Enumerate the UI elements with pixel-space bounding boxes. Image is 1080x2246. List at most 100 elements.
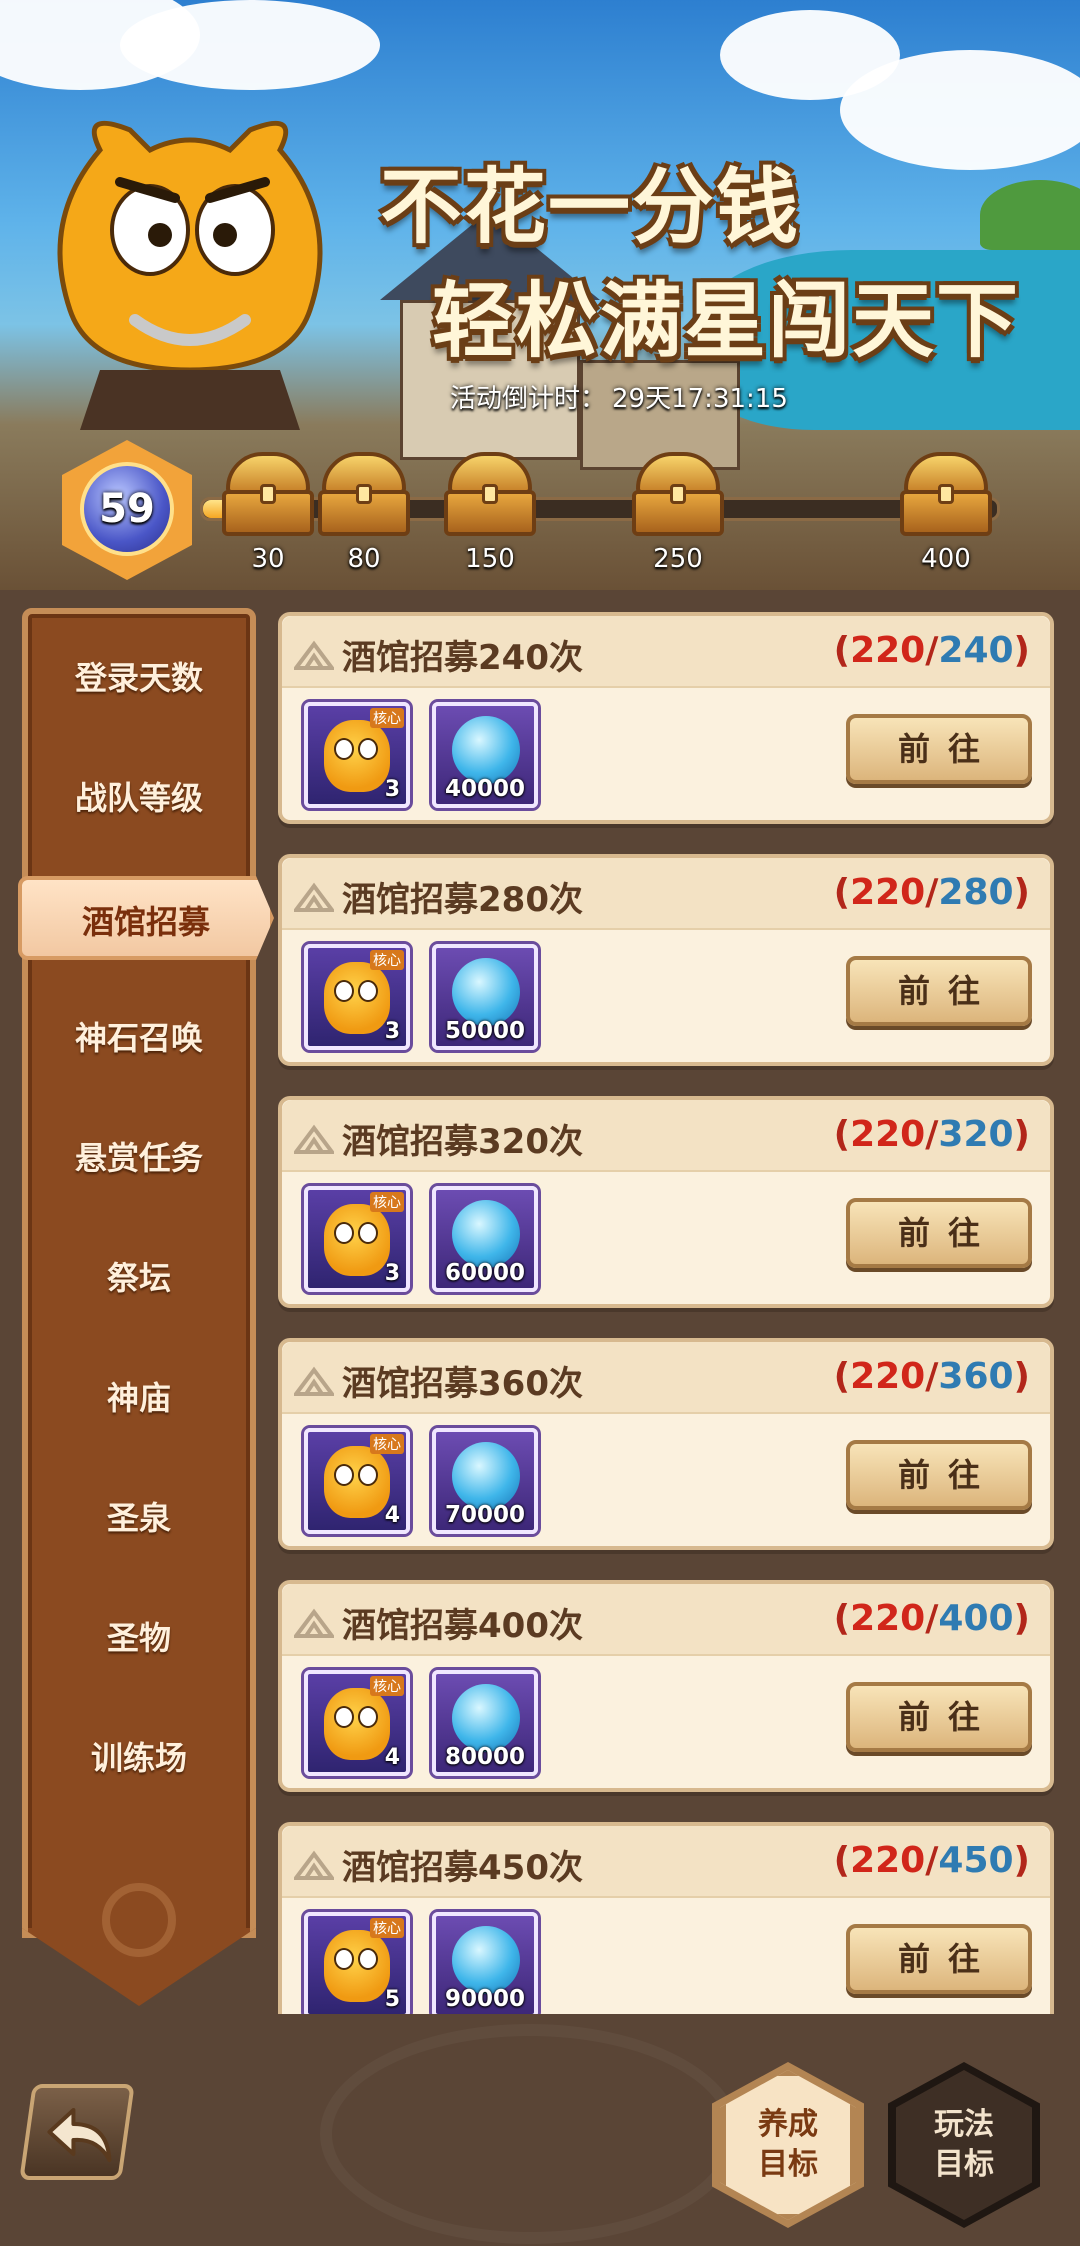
- cloud: [120, 0, 380, 90]
- chest-threshold: 400: [921, 544, 971, 574]
- gem-reward-item[interactable]: 90000: [432, 1912, 538, 2014]
- gem-orb-icon: [452, 716, 520, 784]
- progress-current: 220: [850, 1114, 926, 1155]
- chest-threshold: 30: [251, 544, 285, 574]
- sidebar-item-9[interactable]: 圣物: [22, 1596, 256, 1680]
- treasure-chest-icon[interactable]: [318, 452, 410, 542]
- task-title: 酒馆招募320次: [342, 1122, 583, 1162]
- sidebar-item-5[interactable]: 悬赏任务: [22, 1116, 256, 1200]
- task-card: 酒馆招募400次 (220/400) 核心 4 80000 前往: [278, 1580, 1054, 1792]
- hero-reward-item[interactable]: 核心 3: [304, 702, 410, 808]
- hero-reward-item[interactable]: 核心 3: [304, 1186, 410, 1292]
- level-number: 59: [99, 486, 155, 532]
- sidebar-item-10[interactable]: 训练场: [22, 1716, 256, 1800]
- task-list[interactable]: 酒馆招募240次 (220/240) 核心 3 40000 前往 酒馆招募280次 (220/…: [278, 612, 1056, 2014]
- gem-reward-item[interactable]: 50000: [432, 944, 538, 1050]
- gem-reward-item[interactable]: 60000: [432, 1186, 538, 1292]
- core-tag: 核心: [370, 708, 404, 728]
- task-progress: (220/280): [833, 872, 1030, 913]
- progress-current: 220: [850, 1598, 926, 1639]
- sidebar-item-3[interactable]: 酒馆招募: [18, 876, 274, 960]
- gem-orb-icon: [452, 1200, 520, 1268]
- sidebar-item-8[interactable]: 圣泉: [22, 1476, 256, 1560]
- gem-reward-item[interactable]: 80000: [432, 1670, 538, 1776]
- gem-reward-item[interactable]: 70000: [432, 1428, 538, 1534]
- event-banner: 不花一分钱 轻松满星闯天下 活动倒计时： 29天17:31:15 59 30 80 1…: [0, 0, 1080, 590]
- countdown-value: 29天17:31:15: [612, 384, 788, 414]
- hero-quantity: 4: [384, 1503, 400, 1528]
- cultivate-goal-label-line1: 养成: [758, 2107, 818, 2142]
- task-header: 酒馆招募280次 (220/280): [282, 858, 1050, 930]
- go-button[interactable]: 前往: [846, 956, 1032, 1026]
- progress-total: 320: [938, 1114, 1014, 1155]
- gem-reward-item[interactable]: 40000: [432, 702, 538, 808]
- gem-quantity: 60000: [444, 1260, 526, 1286]
- hero-portrait-icon: [324, 1446, 390, 1518]
- task-header: 酒馆招募360次 (220/360): [282, 1342, 1050, 1414]
- go-button[interactable]: 前往: [846, 714, 1032, 784]
- task-card: 酒馆招募280次 (220/280) 核心 3 50000 前往: [278, 854, 1054, 1066]
- eye: [334, 1464, 354, 1486]
- task-title: 酒馆招募360次: [342, 1364, 583, 1404]
- progress-total: 400: [938, 1598, 1014, 1639]
- mountain-icon: [294, 882, 334, 912]
- hero-reward-item[interactable]: 核心 4: [304, 1428, 410, 1534]
- treasure-chest-icon[interactable]: [444, 452, 536, 542]
- task-header: 酒馆招募240次 (220/240): [282, 616, 1050, 688]
- hero-quantity: 3: [384, 1261, 400, 1286]
- go-button[interactable]: 前往: [846, 1682, 1032, 1752]
- eye: [358, 1464, 378, 1486]
- sidebar-item-6[interactable]: 祭坛: [22, 1236, 256, 1320]
- go-button[interactable]: 前往: [846, 1198, 1032, 1268]
- sidebar-item-1[interactable]: 登录天数: [22, 636, 256, 720]
- hero-quantity: 5: [384, 1987, 400, 2012]
- task-progress: (220/450): [833, 1840, 1030, 1881]
- task-progress: (220/320): [833, 1114, 1030, 1155]
- sidebar-item-7[interactable]: 神庙: [22, 1356, 256, 1440]
- go-button[interactable]: 前往: [846, 1440, 1032, 1510]
- eye: [358, 1948, 378, 1970]
- gem-orb-icon: [452, 1442, 520, 1510]
- mountain-icon: [294, 1124, 334, 1154]
- task-header: 酒馆招募400次 (220/400): [282, 1584, 1050, 1656]
- task-progress: (220/240): [833, 630, 1030, 671]
- progress-current: 220: [850, 1356, 926, 1397]
- hero-reward-item[interactable]: 核心 5: [304, 1912, 410, 2014]
- core-tag: 核心: [370, 1918, 404, 1938]
- countdown-label: 活动倒计时：: [450, 384, 607, 414]
- chest-lock: [356, 484, 372, 504]
- hero-quantity: 3: [384, 777, 400, 802]
- hero-portrait-icon: [324, 720, 390, 792]
- banner-title-line1: 不花一分钱: [380, 160, 801, 255]
- task-card: 酒馆招募320次 (220/320) 核心 3 60000 前往: [278, 1096, 1054, 1308]
- eye: [334, 980, 354, 1002]
- cloud: [840, 50, 1080, 170]
- banner-title-line2: 轻松满星闯天下: [432, 274, 1021, 369]
- mountain-icon: [294, 1608, 334, 1638]
- eye: [334, 1706, 354, 1728]
- hero-quantity: 4: [384, 1745, 400, 1770]
- mountain-icon: [294, 640, 334, 670]
- gem-quantity: 40000: [444, 776, 526, 802]
- sidebar-item-4[interactable]: 神石召唤: [22, 996, 256, 1080]
- go-button[interactable]: 前往: [846, 1924, 1032, 1994]
- task-title: 酒馆招募400次: [342, 1606, 583, 1646]
- hero-reward-item[interactable]: 核心 4: [304, 1670, 410, 1776]
- gem-orb-icon: [452, 1926, 520, 1994]
- island: [980, 180, 1080, 250]
- gem-orb-icon: [452, 958, 520, 1026]
- progress-total: 450: [938, 1840, 1014, 1881]
- sidebar-item-2[interactable]: 战队等级: [22, 756, 256, 840]
- category-sidebar: 登录天数战队等级酒馆招募神石召唤悬赏任务祭坛神庙圣泉圣物训练场: [18, 608, 274, 2006]
- eye: [358, 1706, 378, 1728]
- chest-threshold: 80: [347, 544, 381, 574]
- play-goal-label-line1: 玩法: [934, 2107, 994, 2142]
- hero-reward-item[interactable]: 核心 3: [304, 944, 410, 1050]
- treasure-chest-icon[interactable]: [632, 452, 724, 542]
- back-button[interactable]: [19, 2084, 135, 2180]
- hero-quantity: 3: [384, 1019, 400, 1044]
- treasure-chest-icon[interactable]: [222, 452, 314, 542]
- progress-total: 280: [938, 872, 1014, 913]
- treasure-chest-icon[interactable]: [900, 452, 992, 542]
- eye: [358, 1222, 378, 1244]
